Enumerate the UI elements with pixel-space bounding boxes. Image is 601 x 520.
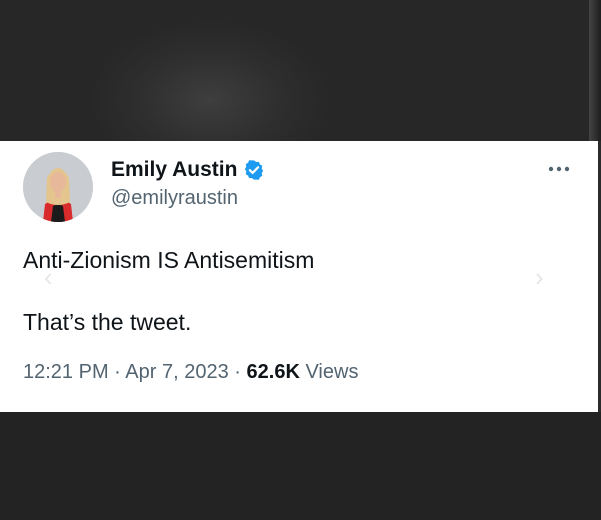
tweet-meta: 12:21 PM · Apr 7, 2023 · 62.6K Views (23, 361, 358, 384)
more-options-icon[interactable] (547, 160, 571, 178)
avatar[interactable] (23, 152, 93, 222)
background-edge (589, 0, 601, 141)
author-name-row: Emily Austin (111, 156, 265, 184)
views-count: 62.6K (246, 361, 300, 383)
background-bottom (0, 412, 601, 520)
display-name[interactable]: Emily Austin (111, 158, 237, 182)
meta-separator: · (114, 361, 121, 383)
views-label: Views (305, 361, 359, 383)
tweet-text-line: Anti-Zionism IS Antisemitism (23, 247, 315, 273)
meta-separator: · (234, 361, 241, 383)
tweet-text-line: That’s the tweet. (23, 309, 192, 335)
avatar-image (23, 152, 93, 222)
tweet-time[interactable]: 12:21 PM (23, 361, 109, 383)
tweet-date[interactable]: Apr 7, 2023 (125, 361, 228, 383)
background-top (0, 0, 601, 141)
verified-badge-icon (245, 160, 264, 180)
chevron-right-icon: › (535, 262, 544, 292)
author-handle[interactable]: @emilyraustin (111, 187, 238, 210)
